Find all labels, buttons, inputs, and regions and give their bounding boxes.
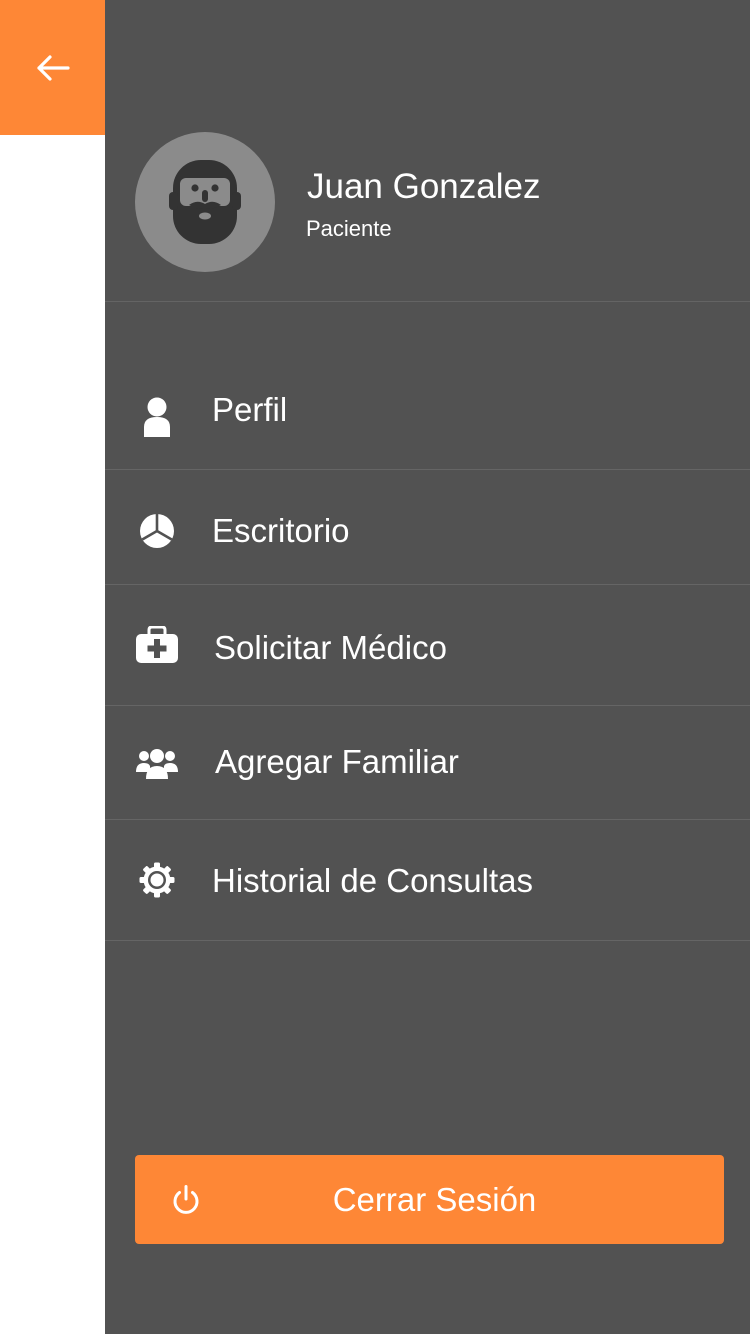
menu-item-label: Escritorio	[212, 512, 350, 549]
person-icon	[135, 394, 179, 440]
app-screen: Juan Gonzalez Paciente Perfil Escritorio…	[0, 0, 750, 1334]
navigation-drawer: Juan Gonzalez Paciente Perfil Escritorio…	[105, 0, 750, 1334]
gear-icon	[135, 861, 179, 899]
menu-item-label: Solicitar Médico	[214, 629, 447, 666]
menu-item-agregar-familiar[interactable]: Agregar Familiar	[105, 706, 750, 820]
logout-label: Cerrar Sesión	[332, 1181, 537, 1218]
menu-item-label: Perfil	[212, 391, 288, 428]
logout-button[interactable]: Cerrar Sesión	[135, 1155, 724, 1244]
menu-item-label: Historial de Consultas	[212, 862, 533, 899]
profile-header: Juan Gonzalez Paciente	[105, 0, 750, 302]
drawer-menu: Perfil Escritorio Solicitar Médico Agreg…	[105, 350, 750, 941]
arrow-left-icon	[36, 54, 70, 81]
bearded-man-avatar-icon	[169, 160, 241, 244]
avatar	[135, 132, 275, 272]
medical-kit-icon	[135, 625, 179, 665]
back-button[interactable]	[0, 0, 105, 135]
user-name: Juan Gonzalez	[307, 167, 541, 206]
menu-item-historial-consultas[interactable]: Historial de Consultas	[105, 820, 750, 941]
users-group-icon	[135, 746, 179, 782]
pie-chart-icon	[135, 512, 179, 550]
menu-item-label: Agregar Familiar	[215, 743, 459, 780]
menu-item-solicitar-medico[interactable]: Solicitar Médico	[105, 585, 750, 706]
menu-item-escritorio[interactable]: Escritorio	[105, 470, 750, 585]
menu-item-perfil[interactable]: Perfil	[105, 350, 750, 470]
user-role: Paciente	[306, 216, 392, 241]
